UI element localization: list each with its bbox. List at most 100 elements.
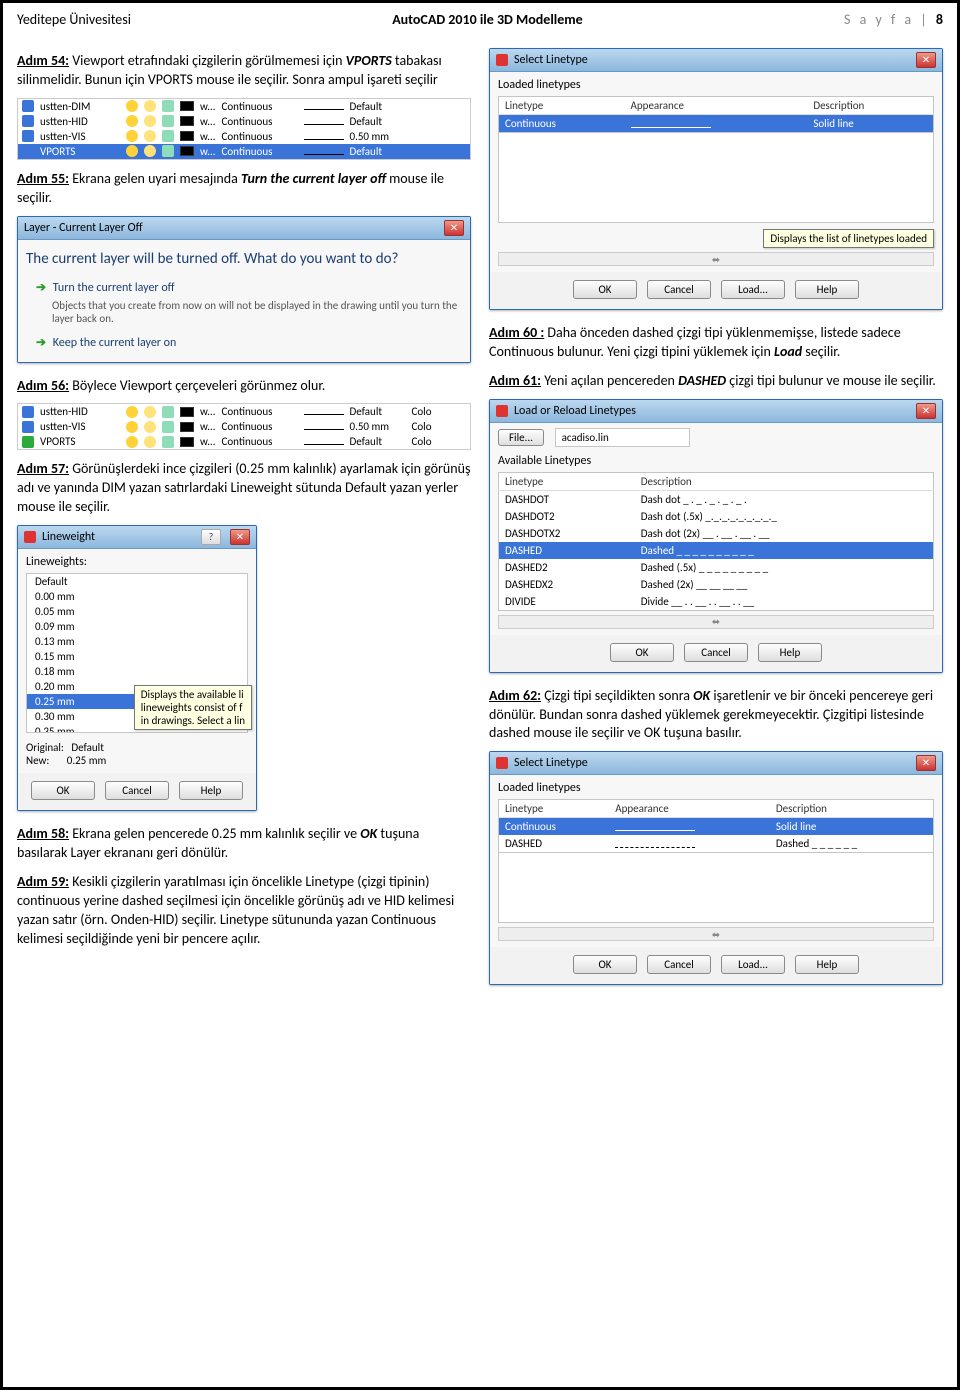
table-row[interactable]: Continuous Solid line: [499, 115, 934, 133]
linetype-cell[interactable]: Continuous: [222, 100, 298, 113]
close-icon[interactable]: ✕: [230, 529, 250, 545]
sun-icon[interactable]: [144, 436, 156, 448]
bulb-icon[interactable]: [126, 436, 138, 448]
close-icon[interactable]: ✕: [916, 52, 936, 68]
lock-icon[interactable]: [162, 421, 174, 433]
layer-row[interactable]: ustten-VISw...Continuous0.50 mmColo: [18, 419, 470, 434]
close-icon[interactable]: ✕: [916, 403, 936, 419]
layer-row[interactable]: ustten-HIDw...ContinuousDefault: [18, 114, 470, 129]
help-icon[interactable]: ?: [201, 529, 221, 545]
file-field[interactable]: acadiso.lin: [555, 428, 690, 447]
step-55: Adım 55: Ekrana gelen uyari mesajında Tu…: [17, 170, 471, 208]
lt-cell: DASHDOT2: [499, 508, 635, 525]
scrollbar[interactable]: ⬌: [498, 615, 934, 629]
table-row[interactable]: DASHEDDashed _ _ _ _ _ _ _ _ _ _: [499, 542, 934, 559]
list-item[interactable]: 0.05 mm: [27, 604, 247, 619]
table-row[interactable]: DASHED Dashed _ _ _ _ _ _: [499, 835, 934, 853]
ok-button[interactable]: OK: [31, 781, 95, 800]
cancel-button[interactable]: Cancel: [647, 955, 711, 974]
color-swatch[interactable]: [180, 437, 194, 447]
close-icon[interactable]: ✕: [444, 220, 464, 236]
color-swatch[interactable]: [180, 146, 194, 156]
list-item[interactable]: Default: [27, 574, 247, 589]
opt-turn-off[interactable]: ➔ Turn the current layer off: [36, 280, 462, 295]
list-item[interactable]: 0.09 mm: [27, 619, 247, 634]
color-swatch[interactable]: [180, 131, 194, 141]
list-item[interactable]: 0.15 mm: [27, 649, 247, 664]
scrollbar[interactable]: ⬌: [498, 927, 934, 941]
bulb-icon[interactable]: [126, 115, 138, 127]
lineweight-cell[interactable]: Default: [350, 435, 406, 448]
w-label: w...: [200, 420, 216, 433]
lineweight-cell[interactable]: Default: [350, 405, 406, 418]
table-row[interactable]: DASHDOTX2Dash dot (2x) __ . __ . __ . __: [499, 525, 934, 542]
lock-icon[interactable]: [162, 100, 174, 112]
lock-icon[interactable]: [162, 436, 174, 448]
linetype-cell[interactable]: Continuous: [222, 420, 298, 433]
layer-row[interactable]: ustten-VISw...Continuous0.50 mm: [18, 129, 470, 144]
bulb-icon[interactable]: [126, 421, 138, 433]
sun-icon[interactable]: [144, 115, 156, 127]
sun-icon[interactable]: [144, 145, 156, 157]
cancel-button[interactable]: Cancel: [647, 280, 711, 299]
linetype-cell[interactable]: Continuous: [222, 115, 298, 128]
ok-button[interactable]: OK: [610, 643, 674, 662]
lineweight-cell[interactable]: 0.50 mm: [350, 420, 406, 433]
lineweight-cell[interactable]: 0.50 mm: [350, 130, 390, 143]
bulb-icon[interactable]: [126, 145, 138, 157]
layer-row[interactable]: ustten-DIMw...ContinuousDefault: [18, 99, 470, 114]
available-linetypes-table[interactable]: Linetype Description DASHDOTDash dot _ .…: [498, 472, 934, 611]
color-swatch[interactable]: [180, 422, 194, 432]
linetype-cell[interactable]: Continuous: [222, 405, 298, 418]
table-row[interactable]: DASHDOTDash dot _ . _ . _ . _ . _ .: [499, 490, 934, 508]
linetype-table[interactable]: Linetype Appearance Description Continuo…: [498, 799, 934, 853]
sun-icon[interactable]: [144, 406, 156, 418]
dialog-buttons: OK Cancel Help: [490, 635, 942, 672]
ok-button[interactable]: OK: [573, 955, 637, 974]
lock-icon[interactable]: [162, 115, 174, 127]
close-icon[interactable]: ✕: [916, 755, 936, 771]
help-button[interactable]: Help: [758, 643, 822, 662]
sun-icon[interactable]: [144, 421, 156, 433]
linetype-cell[interactable]: Continuous: [222, 435, 298, 448]
table-row[interactable]: Continuous Solid line: [499, 818, 934, 836]
list-item[interactable]: 0.00 mm: [27, 589, 247, 604]
list-item[interactable]: 0.18 mm: [27, 664, 247, 679]
table-row[interactable]: DASHEDX2Dashed (2x) __ __ __ __: [499, 576, 934, 593]
color-swatch[interactable]: [180, 116, 194, 126]
bulb-icon[interactable]: [126, 100, 138, 112]
load-button[interactable]: Load...: [721, 280, 785, 299]
help-button[interactable]: Help: [179, 781, 243, 800]
table-row[interactable]: DASHDOT2Dash dot (.5x) _._._._._._._._._: [499, 508, 934, 525]
linetype-cell[interactable]: Continuous: [222, 145, 298, 158]
linetype-table[interactable]: Linetype Appearance Description Continuo…: [498, 96, 934, 133]
lock-icon[interactable]: [162, 406, 174, 418]
opt-keep-on[interactable]: ➔ Keep the current layer on: [36, 335, 462, 350]
cancel-button[interactable]: Cancel: [105, 781, 169, 800]
layer-row[interactable]: ustten-HIDw...ContinuousDefaultColo: [18, 404, 470, 419]
color-swatch[interactable]: [180, 407, 194, 417]
sun-icon[interactable]: [144, 130, 156, 142]
lock-icon[interactable]: [162, 130, 174, 142]
table-row[interactable]: DASHED2Dashed (.5x) _ _ _ _ _ _ _ _ _: [499, 559, 934, 576]
layer-row[interactable]: VPORTSw...ContinuousDefault: [18, 144, 470, 159]
ok-button[interactable]: OK: [573, 280, 637, 299]
lineweight-cell[interactable]: Default: [350, 145, 383, 158]
table-row[interactable]: DIVIDEDivide __ . . __ . . __ . . __: [499, 593, 934, 611]
sun-icon[interactable]: [144, 100, 156, 112]
cancel-button[interactable]: Cancel: [684, 643, 748, 662]
lineweight-cell[interactable]: Default: [350, 115, 383, 128]
lineweight-cell[interactable]: Default: [350, 100, 383, 113]
linetype-cell[interactable]: Continuous: [222, 130, 298, 143]
list-item[interactable]: 0.13 mm: [27, 634, 247, 649]
help-button[interactable]: Help: [795, 955, 859, 974]
scrollbar[interactable]: ⬌: [498, 252, 934, 266]
bulb-icon[interactable]: [126, 406, 138, 418]
color-swatch[interactable]: [180, 101, 194, 111]
bulb-icon[interactable]: [126, 130, 138, 142]
load-button[interactable]: Load...: [721, 955, 785, 974]
help-button[interactable]: Help: [795, 280, 859, 299]
file-button[interactable]: File...: [498, 429, 544, 446]
layer-row[interactable]: VPORTSw...ContinuousDefaultColo: [18, 434, 470, 449]
lock-icon[interactable]: [162, 145, 174, 157]
